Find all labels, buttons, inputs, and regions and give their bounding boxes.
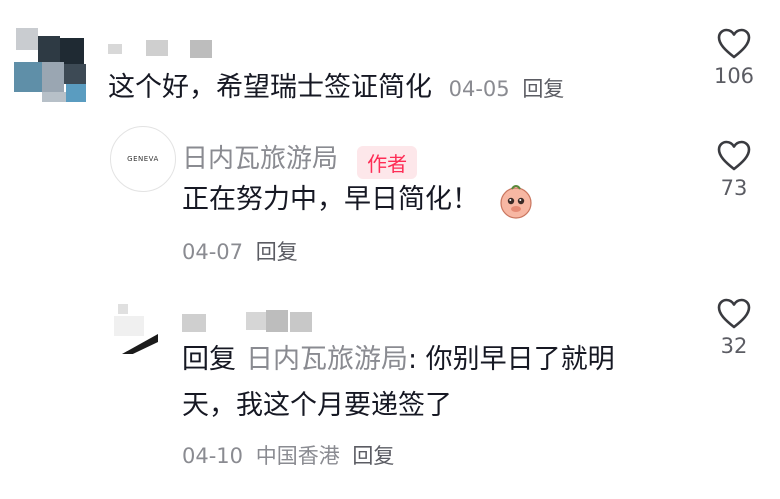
comment-1-like[interactable]: 106 xyxy=(704,28,764,88)
comment-1-text: 这个好，希望瑞士签证简化 xyxy=(108,72,432,103)
author-name[interactable]: 日内瓦旅游局 xyxy=(182,144,338,174)
author-badge: 作者 xyxy=(357,146,418,179)
comment-3-reply-button[interactable]: 回复 xyxy=(352,444,394,468)
comment-3-meta: 04-10 中国香港 回复 xyxy=(182,440,394,470)
comment-2-date: 04-07 xyxy=(182,240,244,264)
comment-3-like[interactable]: 32 xyxy=(704,298,764,358)
comment-2-like[interactable]: 73 xyxy=(704,140,764,200)
avatar[interactable] xyxy=(108,300,168,360)
username-redacted[interactable] xyxy=(182,310,352,334)
comment-3-text-line1: : 你别早日了就明 xyxy=(408,344,615,375)
comment-2-text: 正在努力中，早日简化！ xyxy=(182,184,479,215)
reply-prefix: 回复 xyxy=(182,344,236,375)
avatar-logo-text: GENEVA xyxy=(127,155,159,163)
reply-target-link[interactable]: 日内瓦旅游局 xyxy=(246,344,408,375)
comment-3-body: 回复 日内瓦旅游局: 你别早日了就明 天，我这个月要递签了 xyxy=(182,340,682,426)
comment-3-date: 04-10 xyxy=(182,444,244,468)
comment-1-date: 04-05 xyxy=(448,77,510,101)
username-redacted[interactable] xyxy=(108,40,228,60)
comment-2-row: 正在努力中，早日简化！ xyxy=(182,180,534,220)
comment-3-location: 中国香港 xyxy=(255,444,340,468)
comment-2-like-count: 73 xyxy=(720,176,748,200)
comment-2-header: 日内瓦旅游局 作者 xyxy=(182,138,418,179)
comment-1-reply-button[interactable]: 回复 xyxy=(522,77,564,101)
author-avatar[interactable]: GENEVA xyxy=(110,126,176,192)
comment-1-row: 这个好，希望瑞士签证简化 04-05 回复 xyxy=(108,68,564,109)
comment-1-like-count: 106 xyxy=(713,64,755,88)
heart-icon[interactable] xyxy=(717,28,751,60)
comment-2-meta: 04-07 回复 xyxy=(182,236,298,266)
comment-2-reply-button[interactable]: 回复 xyxy=(256,240,298,264)
comment-3-like-count: 32 xyxy=(720,334,748,358)
heart-icon[interactable] xyxy=(717,140,751,172)
comment-3-text-line2: 天，我这个月要递签了 xyxy=(182,390,452,421)
heart-icon[interactable] xyxy=(717,298,751,330)
avatar[interactable] xyxy=(4,22,90,102)
peach-emoji-icon xyxy=(499,184,532,219)
